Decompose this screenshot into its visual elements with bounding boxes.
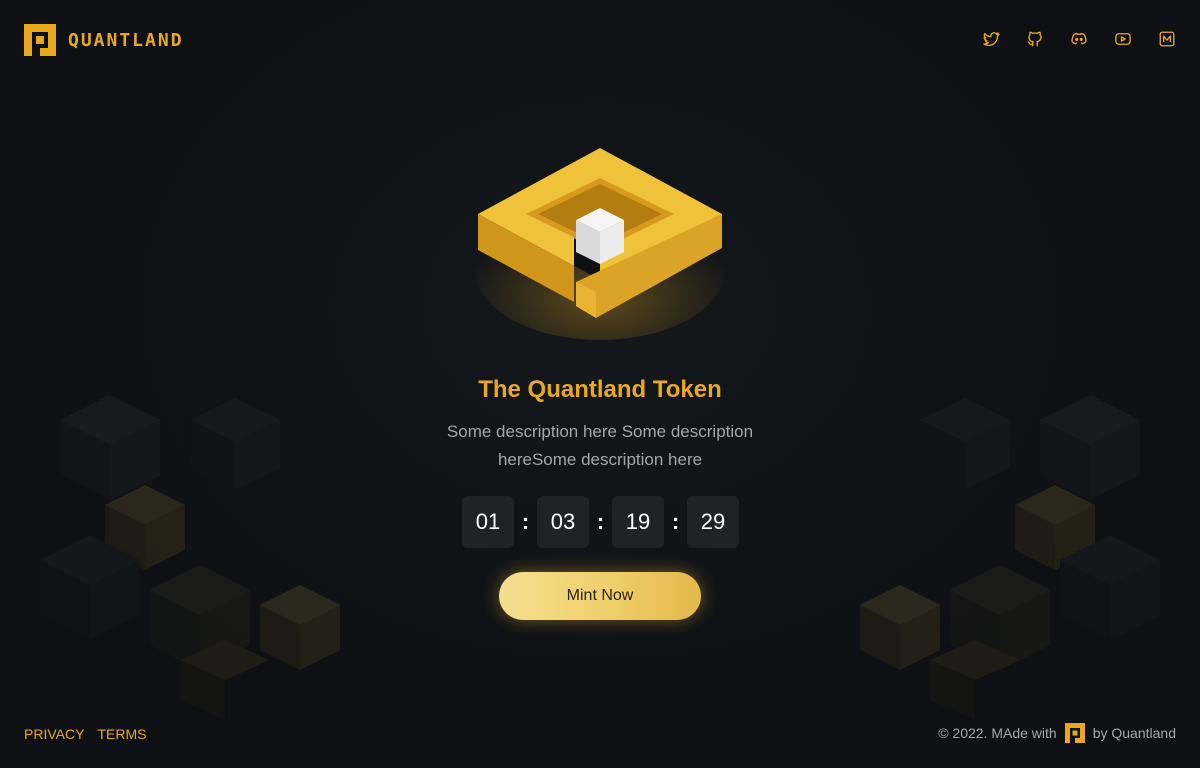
countdown-timer: 01 : 03 : 19 : 29 (462, 496, 739, 548)
footer-links: PRIVACY TERMS (24, 726, 146, 742)
github-icon (1027, 31, 1042, 47)
github-link[interactable] (1026, 30, 1044, 48)
countdown-minutes: 19 (612, 496, 664, 548)
youtube-link[interactable] (1114, 30, 1132, 48)
twitter-icon (983, 32, 1000, 47)
landing-page: QUANTLAND The Quantland Token Some descr… (0, 0, 1200, 768)
countdown-separator: : (671, 509, 680, 534)
terms-link[interactable]: TERMS (97, 726, 146, 742)
quantland-logo-icon (1064, 723, 1085, 743)
background-cubes-right (860, 395, 1160, 720)
youtube-icon (1115, 33, 1131, 45)
header: QUANTLAND (0, 0, 1200, 80)
countdown-separator: : (596, 509, 605, 534)
countdown-separator: : (521, 509, 530, 534)
copyright-suffix: by Quantland (1092, 725, 1176, 741)
copyright-prefix: © 2022. MAde with (938, 725, 1057, 741)
quantland-logo-icon (24, 24, 56, 56)
quantland-isometric-logo (475, 148, 725, 340)
social-links (982, 30, 1176, 48)
brand-name: QUANTLAND (68, 29, 184, 51)
countdown-seconds: 29 (687, 496, 739, 548)
brand[interactable]: QUANTLAND (24, 24, 184, 56)
token-title: The Quantland Token (478, 376, 722, 403)
copyright: © 2022. MAde with by Quantland (938, 723, 1176, 743)
medium-icon (1159, 31, 1175, 47)
countdown-hours: 03 (537, 496, 589, 548)
mint-now-button[interactable]: Mint Now (499, 572, 701, 620)
twitter-link[interactable] (982, 30, 1000, 48)
discord-link[interactable] (1070, 30, 1088, 48)
discord-icon (1071, 32, 1087, 45)
background-cubes-left (40, 395, 340, 720)
countdown-days: 01 (462, 496, 514, 548)
medium-link[interactable] (1158, 30, 1176, 48)
privacy-link[interactable]: PRIVACY (24, 726, 84, 742)
token-description: Some description here Some description h… (446, 422, 754, 469)
